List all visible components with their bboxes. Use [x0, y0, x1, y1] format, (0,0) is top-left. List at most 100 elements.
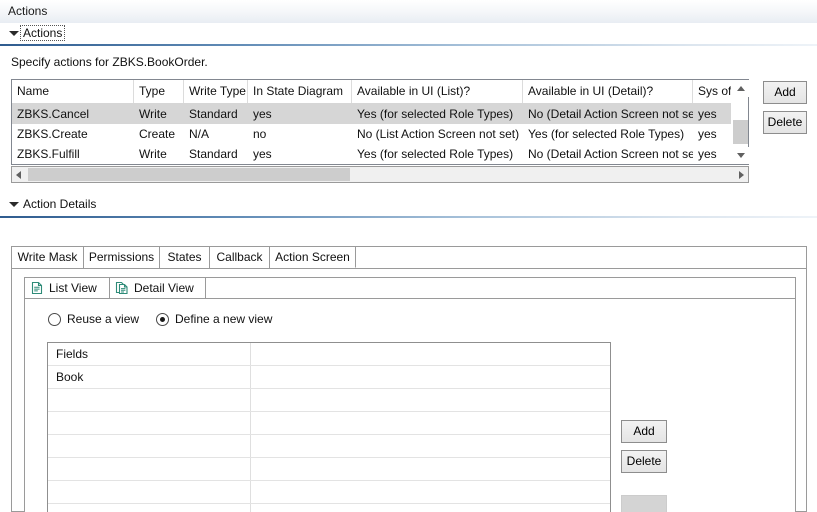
cell-sys-of: yes	[698, 147, 717, 161]
field-name	[48, 412, 251, 434]
list-item[interactable]	[48, 435, 610, 458]
cell-sys-of: yes	[698, 127, 717, 141]
delete-field-button[interactable]: Delete	[621, 450, 667, 473]
field-name	[48, 435, 251, 457]
section-header-actions[interactable]: Actions	[0, 23, 817, 44]
field-name	[48, 458, 251, 480]
actions-description: Specify actions for ZBKS.BookOrder.	[11, 55, 208, 69]
collapse-triangle-icon[interactable]	[9, 202, 19, 207]
cell-write-type: N/A	[189, 127, 210, 141]
document-icon	[30, 281, 44, 295]
column-header-type[interactable]: Type	[134, 80, 184, 103]
field-name	[48, 504, 251, 512]
chevron-down-icon	[737, 153, 745, 158]
section-header-action-details[interactable]: Action Details	[0, 194, 817, 215]
table-row[interactable]: ZBKS.Create Create N/A no No (List Actio…	[12, 124, 732, 144]
scroll-up-button[interactable]	[732, 80, 749, 97]
tab-action-screen[interactable]: Action Screen	[270, 247, 356, 268]
table-row[interactable]: ZBKS.Cancel Write Standard yes Yes (for …	[12, 104, 732, 124]
delete-action-button[interactable]: Delete	[763, 111, 807, 134]
app-root: Actions Actions Specify actions for ZBKS…	[0, 0, 817, 512]
field-name	[48, 481, 251, 503]
column-header-available-detail[interactable]: Available in UI (Detail)?	[523, 80, 693, 103]
third-field-button	[621, 495, 667, 512]
cell-in-state-diagram: yes	[253, 147, 272, 161]
scrollbar-thumb-vertical[interactable]	[733, 120, 748, 144]
add-field-button[interactable]: Add	[621, 420, 667, 443]
tab-list-view-label: List View	[49, 281, 97, 295]
documents-icon	[115, 281, 129, 295]
list-item[interactable]	[48, 412, 610, 435]
section-header-actions-label: Actions	[19, 25, 66, 41]
cell-write-type: Standard	[189, 147, 238, 161]
tab-permissions[interactable]: Permissions	[84, 247, 160, 268]
field-name	[48, 389, 251, 411]
column-header-in-state-diagram[interactable]: In State Diagram	[248, 80, 352, 103]
scroll-down-button[interactable]	[732, 147, 749, 164]
fields-grid-header-row: Fields	[48, 343, 610, 366]
cell-available-list: Yes (for selected Role Types)	[357, 107, 514, 121]
actions-grid-header: Name Type Write Type In State Diagram Av…	[12, 80, 732, 104]
column-header-available-list[interactable]: Available in UI (List)?	[352, 80, 523, 103]
fields-grid[interactable]: Fields Book	[47, 342, 611, 512]
section-divider-action-details	[0, 216, 817, 218]
add-action-button[interactable]: Add	[763, 81, 807, 104]
action-screen-panel: List View Detail View Reuse a view Defin…	[12, 268, 806, 512]
field-value	[251, 481, 610, 503]
field-value	[251, 458, 610, 480]
cell-write-type: Standard	[189, 107, 238, 121]
table-row[interactable]: ZBKS.Fulfill Write Standard yes Yes (for…	[12, 144, 732, 164]
list-item[interactable]: Book	[48, 366, 610, 389]
tab-states[interactable]: States	[160, 247, 210, 268]
radio-reuse-a-view-label[interactable]: Reuse a view	[67, 312, 139, 326]
cell-name: ZBKS.Create	[17, 127, 88, 141]
view-tabstrip: List View Detail View Reuse a view Defin…	[24, 277, 796, 512]
field-value	[251, 435, 610, 457]
cell-in-state-diagram: no	[253, 127, 267, 141]
column-header-sys-of[interactable]: Sys of	[693, 80, 732, 103]
chevron-right-icon[interactable]	[739, 171, 744, 179]
window-title-bar: Actions	[0, 0, 817, 23]
chevron-left-icon[interactable]	[16, 171, 21, 179]
cell-available-list: No (List Action Screen not set)	[357, 127, 520, 141]
chevron-up-icon	[737, 86, 745, 91]
list-view-panel: Reuse a view Define a new view Fields Bo…	[25, 298, 795, 512]
grid-horizontal-scrollbar[interactable]	[11, 166, 749, 183]
field-name: Book	[48, 366, 251, 388]
cell-type: Create	[139, 127, 176, 141]
collapse-triangle-icon[interactable]	[9, 31, 19, 36]
column-header-name[interactable]: Name	[12, 80, 134, 103]
cell-in-state-diagram: yes	[253, 107, 272, 121]
tab-list-view[interactable]: List View	[25, 278, 110, 298]
view-mode-radio-group: Reuse a view Define a new view	[25, 299, 795, 326]
cell-type: Write	[139, 147, 167, 161]
tab-callback[interactable]: Callback	[210, 247, 270, 268]
scrollbar-thumb-horizontal[interactable]	[28, 168, 350, 181]
field-value	[251, 389, 610, 411]
section-header-action-details-label: Action Details	[23, 197, 97, 211]
grid-vertical-scrollbar[interactable]	[731, 80, 749, 164]
actions-grid[interactable]: Name Type Write Type In State Diagram Av…	[11, 79, 749, 165]
radio-selected-dot	[160, 317, 165, 322]
tab-detail-view-label: Detail View	[134, 281, 194, 295]
field-value	[251, 366, 610, 388]
field-value	[251, 412, 610, 434]
radio-define-a-new-view[interactable]	[156, 313, 169, 326]
list-item[interactable]	[48, 481, 610, 504]
field-value	[251, 504, 610, 512]
list-item[interactable]	[48, 389, 610, 412]
cell-available-detail: No (Detail Action Screen not se	[528, 147, 693, 161]
tab-write-mask[interactable]: Write Mask	[12, 247, 84, 268]
cell-available-list: Yes (for selected Role Types)	[357, 147, 514, 161]
cell-available-detail: No (Detail Action Screen not se	[528, 107, 693, 121]
list-item[interactable]	[48, 504, 610, 512]
radio-define-a-new-view-label[interactable]: Define a new view	[175, 312, 272, 326]
column-header-write-type[interactable]: Write Type	[184, 80, 248, 103]
cell-type: Write	[139, 107, 167, 121]
action-details-tabstrip: Write Mask Permissions States Callback A…	[11, 246, 807, 512]
radio-reuse-a-view[interactable]	[48, 313, 61, 326]
tab-detail-view[interactable]: Detail View	[110, 278, 206, 298]
fields-column-header[interactable]: Fields	[48, 343, 251, 365]
fields-column-header-spacer	[251, 343, 610, 365]
list-item[interactable]	[48, 458, 610, 481]
